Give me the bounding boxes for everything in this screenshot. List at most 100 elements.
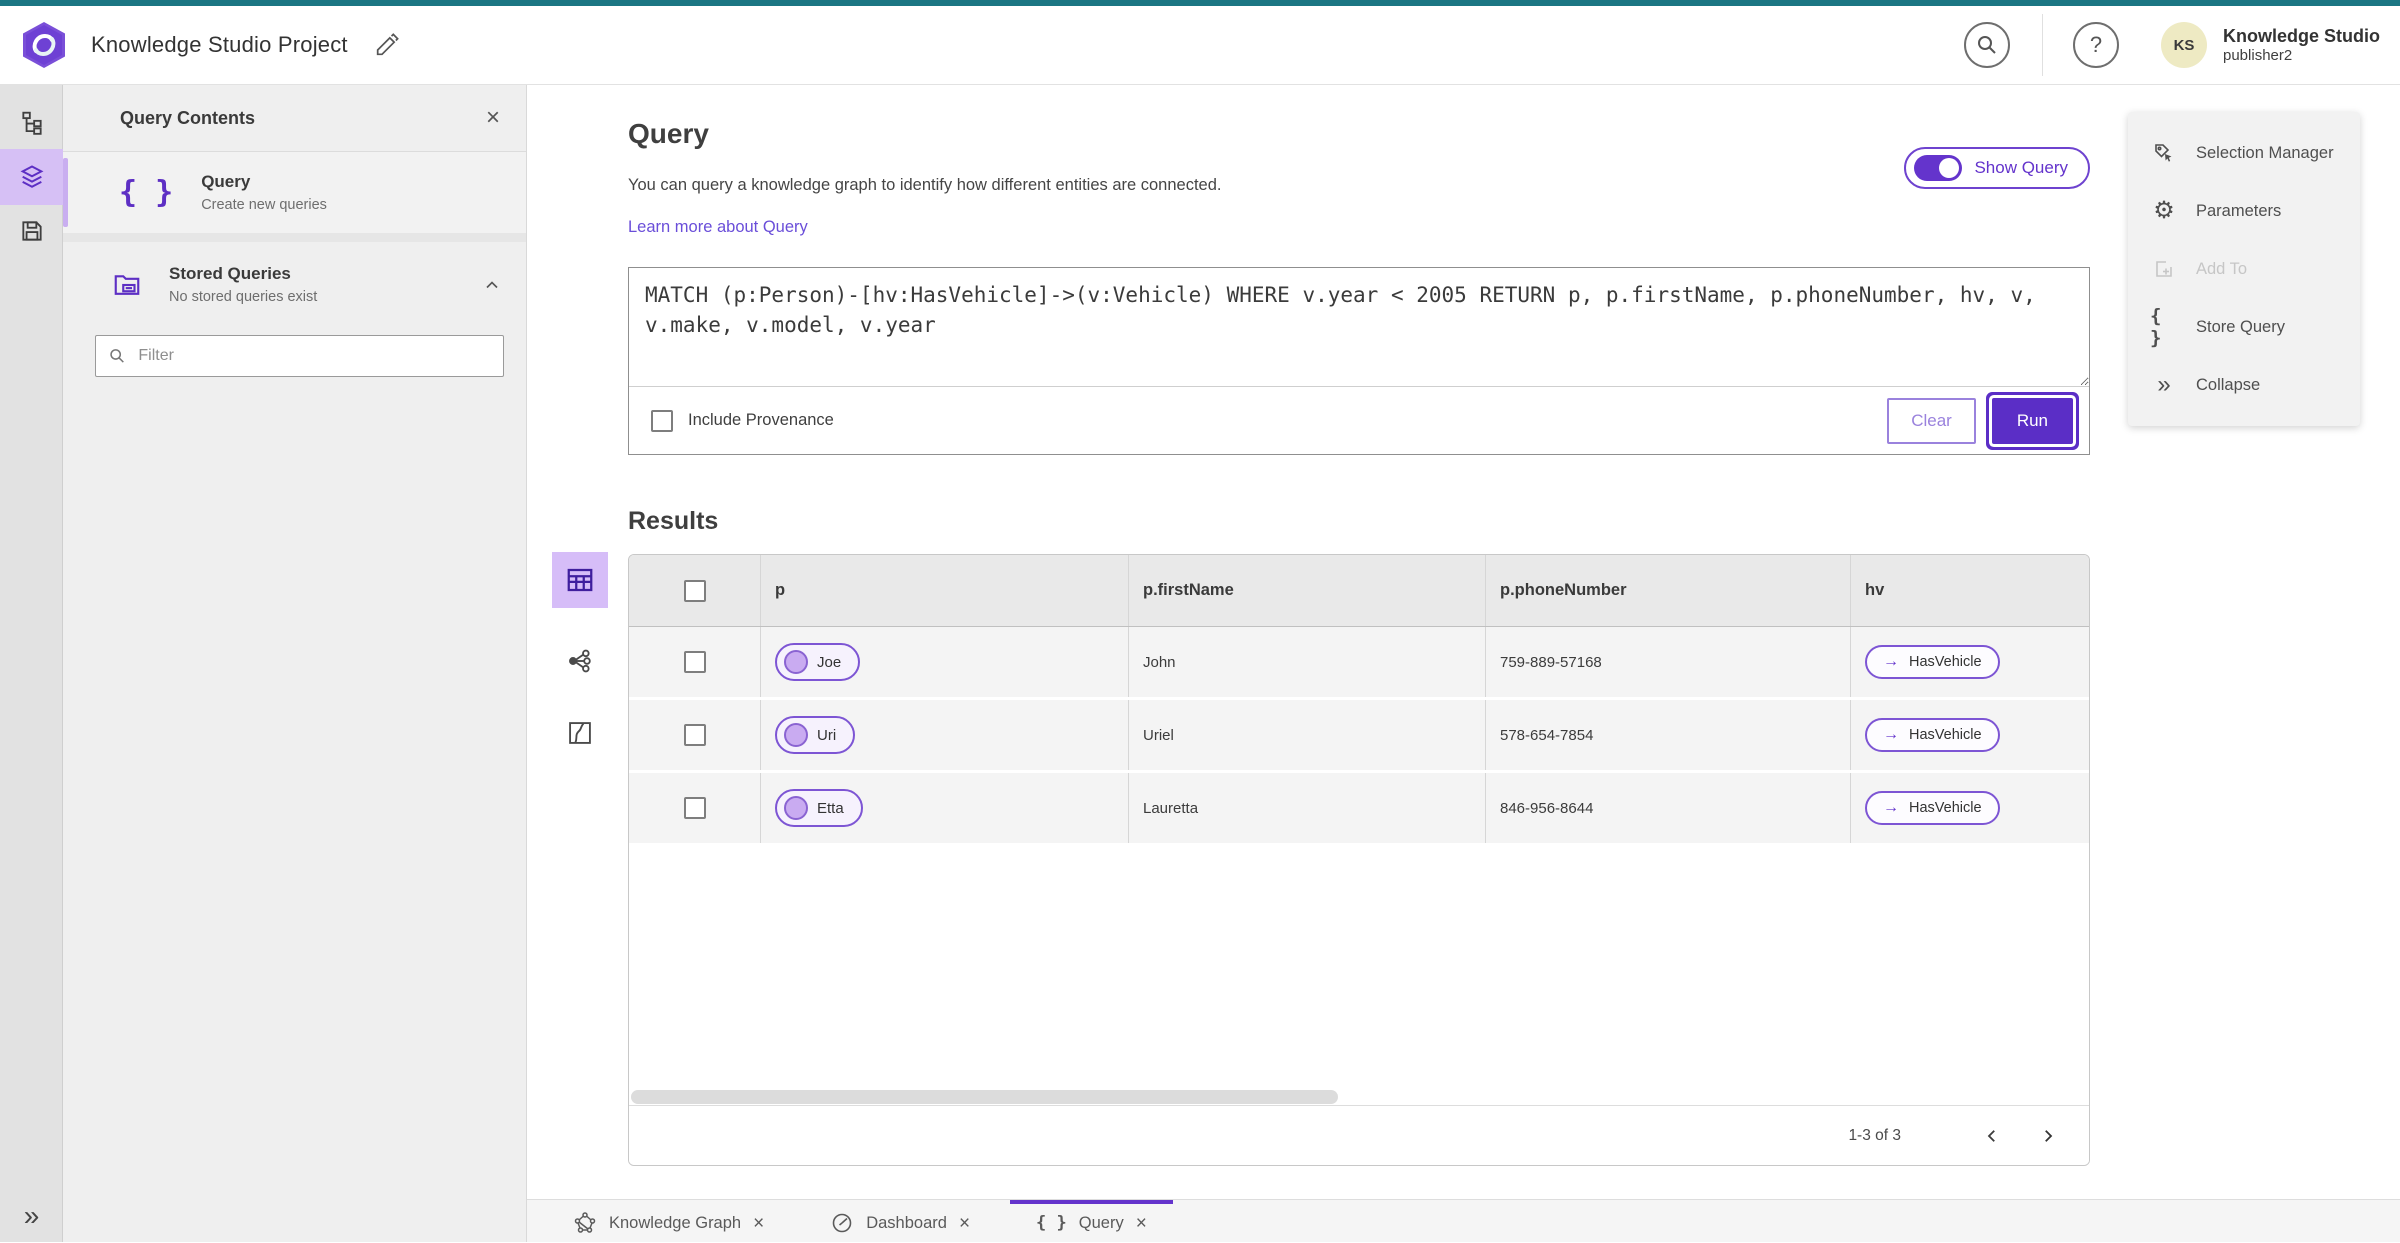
rail-item-hierarchy[interactable] [0, 97, 63, 149]
stored-queries-header[interactable]: Stored Queries No stored queries exist [63, 242, 526, 321]
row-checkbox[interactable] [683, 797, 706, 819]
node-chip[interactable]: Etta [775, 789, 863, 827]
close-tab-icon[interactable]: × [1136, 1214, 1147, 1233]
app-window: Knowledge Studio Project ? KS Knowledge … [0, 0, 2400, 1243]
map-view-icon [569, 722, 591, 744]
hierarchy-icon [21, 111, 42, 135]
edge-chip[interactable]: → HasVehicle [1865, 718, 2000, 752]
query-textarea[interactable]: MATCH (p:Person)-[hv:HasVehicle]->(v:Veh… [629, 268, 2089, 386]
filter-box [95, 335, 504, 377]
collapse-panel-button[interactable]: » Collapse [2128, 356, 2360, 414]
dashboard-gauge-icon [832, 1213, 852, 1233]
table-pagination: 1-3 of 3 [629, 1105, 2089, 1165]
selection-manager-icon [2150, 141, 2178, 165]
stored-queries-folder-icon [114, 274, 140, 295]
learn-more-link[interactable]: Learn more about Query [628, 218, 808, 237]
gear-icon: ⚙ [2153, 197, 2175, 224]
stored-queries-title: Stored Queries [169, 264, 291, 283]
node-chip[interactable]: Uri [775, 716, 856, 754]
braces-icon: { } [119, 174, 174, 210]
show-query-label: Show Query [1974, 158, 2068, 177]
chevron-left-icon [1987, 1129, 1995, 1142]
knowledge-graph-icon [574, 1212, 596, 1233]
query-tools-panel: Selection Manager ⚙ Parameters Add To { … [2128, 112, 2360, 426]
add-to-button: Add To [2128, 240, 2360, 298]
column-header-p: p [775, 581, 786, 599]
next-page-button[interactable] [2031, 1119, 2065, 1153]
include-provenance-checkbox[interactable] [651, 409, 673, 432]
table-row: Joe John 759-889-57168 → HasVehicle [629, 627, 2089, 700]
show-query-toggle[interactable]: Show Query [1904, 147, 2090, 189]
search-button[interactable] [1964, 22, 2010, 68]
chevron-up-icon[interactable] [482, 275, 502, 295]
tab-dashboard[interactable]: Dashboard × [804, 1200, 996, 1242]
table-view-icon [567, 568, 593, 592]
toggle-switch-on[interactable] [1914, 155, 1963, 181]
tab-knowledge-graph[interactable]: Knowledge Graph × [547, 1200, 790, 1242]
edit-title-icon[interactable] [374, 32, 400, 58]
node-dot-icon [784, 796, 808, 820]
cell-firstname: Uriel [1143, 726, 1174, 744]
avatar[interactable]: KS [2161, 22, 2207, 68]
chevrons-right-icon: » [23, 1200, 40, 1231]
pagination-range: 1-3 of 3 [1848, 1126, 1901, 1144]
search-icon [1978, 36, 1996, 54]
node-dot-icon [784, 723, 808, 747]
graph-view-button[interactable] [552, 642, 608, 680]
table-header-row: p p.firstName p.phoneNumber hv [629, 555, 2089, 627]
results-table: p p.firstName p.phoneNumber hv Joe John … [628, 554, 2090, 1166]
close-panel-icon[interactable]: × [486, 106, 500, 130]
stored-queries-subtitle: No stored queries exist [169, 289, 318, 305]
query-item-subtitle: Create new queries [201, 197, 327, 213]
horizontal-scrollbar[interactable] [631, 1090, 1338, 1104]
selection-manager-button[interactable]: Selection Manager [2128, 124, 2360, 182]
filter-search-icon [110, 349, 124, 363]
map-view-button[interactable] [552, 714, 608, 752]
table-row: Etta Lauretta 846-956-8644 → HasVehicle [629, 773, 2089, 846]
panel-title: Query Contents [120, 107, 256, 128]
parameters-button[interactable]: ⚙ Parameters [2128, 182, 2360, 240]
toggle-knob [1939, 158, 1960, 178]
node-chip[interactable]: Joe [775, 643, 861, 681]
store-query-button[interactable]: { } Store Query [2128, 298, 2360, 356]
help-button[interactable]: ? [2073, 22, 2119, 68]
panel-item-query[interactable]: { } Query Create new queries [63, 152, 526, 233]
braces-icon: { } [1036, 1213, 1067, 1233]
save-icon [21, 221, 42, 241]
row-checkbox[interactable] [683, 724, 706, 746]
app-logo-icon [21, 21, 67, 69]
filter-input[interactable] [138, 347, 491, 365]
tab-query[interactable]: { } Query × [1010, 1200, 1173, 1242]
previous-page-button[interactable] [1975, 1119, 2009, 1153]
main-content: Query You can query a knowledge graph to… [527, 85, 2400, 1242]
divider [63, 233, 526, 242]
select-all-checkbox[interactable] [683, 579, 706, 602]
results-title: Results [628, 507, 719, 535]
rail-item-query-layers[interactable] [0, 149, 63, 205]
arrow-right-icon: → [1883, 799, 1899, 816]
rail-item-save[interactable] [0, 205, 63, 257]
row-checkbox[interactable] [683, 651, 706, 673]
expand-rail-button[interactable]: » [0, 1202, 63, 1230]
chevron-right-icon [2045, 1129, 2053, 1142]
user-name: Knowledge Studio [2223, 26, 2380, 47]
edge-chip[interactable]: → HasVehicle [1865, 645, 2000, 679]
graph-view-icon [569, 649, 591, 673]
user-info: Knowledge Studio publisher2 [2223, 26, 2380, 64]
edge-chip[interactable]: → HasVehicle [1865, 791, 2000, 825]
arrow-right-icon: → [1883, 653, 1899, 670]
topbar-divider [2042, 14, 2043, 76]
clear-button[interactable]: Clear [1887, 397, 1976, 444]
table-empty-area [629, 846, 2089, 1105]
table-row: Uri Uriel 578-654-7854 → HasVehicle [629, 700, 2089, 773]
close-tab-icon[interactable]: × [959, 1214, 970, 1233]
cell-firstname: John [1143, 653, 1176, 671]
query-contents-panel: Query Contents × { } Query Create new qu… [63, 85, 527, 1242]
run-button[interactable]: Run [1991, 397, 2073, 444]
cell-phonenumber: 578-654-7854 [1500, 726, 1594, 744]
table-view-button[interactable] [552, 552, 608, 608]
project-title: Knowledge Studio Project [91, 32, 348, 57]
help-icon: ? [2089, 32, 2103, 57]
page-title: Query [628, 118, 709, 149]
close-tab-icon[interactable]: × [753, 1214, 764, 1233]
